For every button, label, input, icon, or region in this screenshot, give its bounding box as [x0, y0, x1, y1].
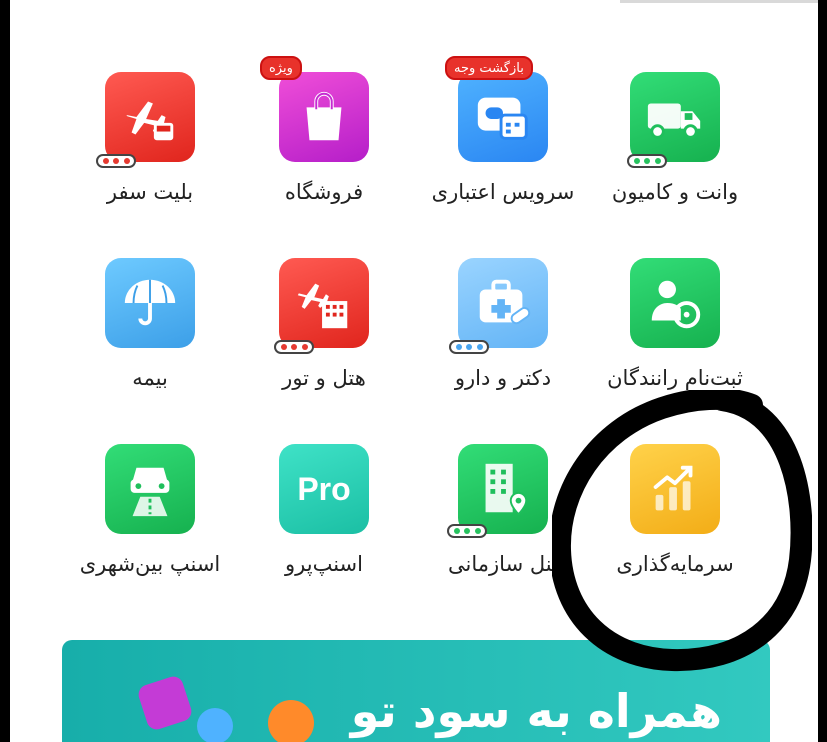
loading-dots — [274, 340, 314, 354]
bag-icon — [136, 674, 194, 732]
plane-hotel-icon — [279, 258, 369, 348]
loading-dots — [447, 524, 487, 538]
tile-label: بلیت سفر — [106, 180, 194, 204]
status-divider — [620, 0, 818, 3]
truck-icon — [630, 72, 720, 162]
wallet-icon — [458, 72, 548, 162]
car-road-icon — [105, 444, 195, 534]
pro-icon-text: Pro — [297, 470, 351, 507]
umbrella-icon — [105, 258, 195, 348]
tile-insurance[interactable]: بیمه — [60, 258, 240, 418]
tile-label: فروشگاه — [284, 180, 364, 204]
building-pin-icon — [458, 444, 548, 534]
tile-hotel-tour[interactable]: هتل و تور — [234, 258, 414, 418]
pro-icon: Pro — [279, 444, 369, 534]
tile-label: ثبت‌نام رانندگان — [607, 366, 743, 390]
tile-truck[interactable]: وانت و کامیون — [585, 72, 765, 232]
tile-label: بیمه — [132, 366, 168, 390]
loading-dots — [449, 340, 489, 354]
stethoscope-icon — [197, 708, 233, 742]
tile-credit-service[interactable]: بازگشت وجه سرویس اعتباری — [413, 56, 593, 232]
tile-label: سرویس اعتباری — [431, 180, 575, 204]
tile-label: وانت و کامیون — [611, 180, 739, 204]
highlight-circle-annotation — [552, 390, 812, 672]
tile-label: هتل و تور — [282, 366, 366, 390]
loading-dots — [627, 154, 667, 168]
tile-snapp-pro[interactable]: Pro اسنپ‌پرو — [234, 444, 414, 604]
tile-label: دکتر و دارو — [454, 366, 552, 390]
tile-label: اسنپ بین‌شهری — [79, 552, 221, 576]
loading-dots — [96, 154, 136, 168]
tile-label: اسنپ‌پرو — [285, 552, 363, 576]
badge-cashback: بازگشت وجه — [445, 56, 533, 80]
tile-shop[interactable]: ویژه فروشگاه — [234, 56, 414, 232]
shopping-bag-icon — [279, 72, 369, 162]
basket-icon — [268, 700, 314, 742]
plane-bus-icon — [105, 72, 195, 162]
tile-intercity[interactable]: اسنپ بین‌شهری — [60, 444, 240, 604]
badge-special: ویژه — [260, 56, 302, 80]
driver-wheel-icon — [630, 258, 720, 348]
banner-title: همراه به سود تو — [350, 684, 722, 738]
medical-kit-icon — [458, 258, 548, 348]
tile-travel-ticket[interactable]: بلیت سفر — [60, 72, 240, 232]
